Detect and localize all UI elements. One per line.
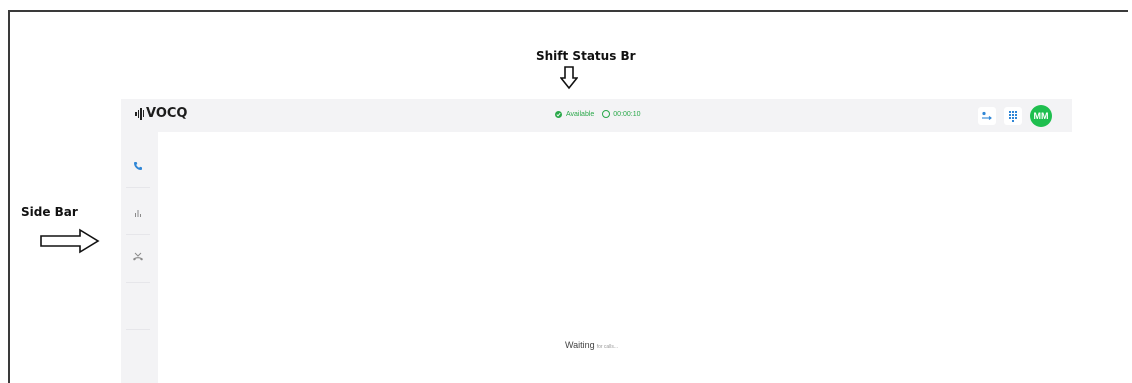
status-label: Available [566,110,595,118]
logo-text: VOCQ [146,106,188,121]
waiting-message: Waiting for calls... [565,340,618,350]
transfer-icon[interactable] [978,107,996,125]
arrow-down-icon [560,66,578,90]
logo: VOCQ [135,106,187,121]
side-bar [121,132,155,383]
sidebar-divider [126,329,150,330]
top-right-controls: MM [978,105,1052,127]
side-bar-annotation: Side Bar [21,205,78,219]
shift-status-annotation: Shift Status Br [536,49,636,63]
clock-icon [602,110,611,118]
timer-value: 00:00:10 [613,110,641,118]
sidebar-divider [126,234,150,235]
bar-chart-icon[interactable] [127,202,149,224]
top-bar: VOCQ Available 00:00:10 MM [121,99,1072,132]
logo-wave-icon [135,107,144,120]
waiting-subtext: for calls... [596,344,619,350]
check-icon [555,110,562,118]
avatar[interactable]: MM [1030,105,1052,127]
shift-timer: 00:00:10 [602,110,641,118]
arrow-right-icon [40,228,100,254]
main-content: Waiting for calls... [158,132,1072,383]
phone-icon[interactable] [127,155,149,177]
app-window: VOCQ Available 00:00:10 MM Waiting for c… [121,99,1072,383]
dialpad-icon[interactable] [1004,107,1022,125]
waiting-text: Waiting [565,340,595,350]
sidebar-divider [126,282,150,283]
shift-status-bar[interactable]: Available 00:00:10 [555,110,641,118]
sidebar-divider [126,187,150,188]
missed-call-icon[interactable] [127,246,149,268]
